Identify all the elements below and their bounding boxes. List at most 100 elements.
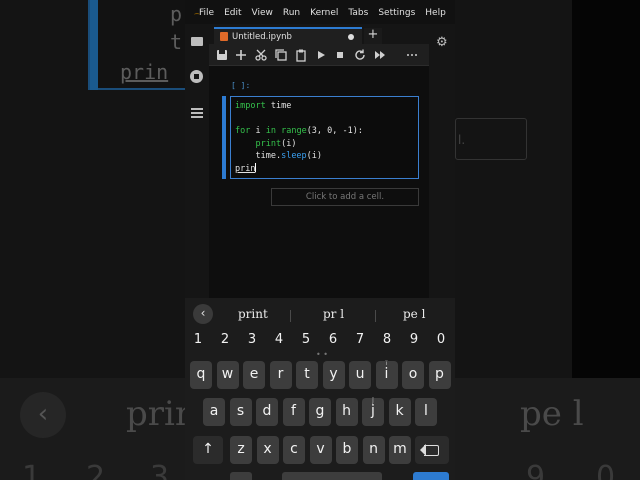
key-j[interactable]: ĵj [362,397,384,426]
notebook-panel: [ ]: import time for i in range(3, 0, -1… [209,66,429,298]
key-x[interactable]: x [256,436,279,464]
running-kernels-icon[interactable] [190,70,204,84]
key-i[interactable]: ïi [375,360,398,389]
key-c-label: c [290,441,298,457]
key-d[interactable]: d [256,398,278,426]
key-w[interactable]: w [216,361,239,389]
key-v[interactable]: v [309,436,332,464]
key-i-hint: ï [385,360,388,367]
new-tab-button[interactable]: + [364,28,382,44]
add-cell-icon[interactable] [234,48,248,62]
paste-icon[interactable] [294,48,308,62]
key-n[interactable]: n [362,436,385,464]
code-print-args: (i) [281,138,297,149]
code-text[interactable]: import time for i in range(3, 0, -1): pr… [235,100,363,176]
key-t[interactable]: t [296,361,318,389]
more-icon[interactable] [405,48,419,62]
key-f[interactable]: f [282,398,305,426]
menu-file[interactable]: File [199,8,214,18]
key-d-label: d [262,403,272,419]
cut-icon[interactable] [254,48,268,62]
space-key[interactable] [282,472,382,480]
backspace-icon[interactable] [415,436,449,464]
add-cell-button[interactable]: Click to add a cell. [271,188,419,206]
key-l[interactable]: l [415,398,437,426]
number-key-0[interactable]: 0 [433,332,449,347]
menu-help[interactable]: Help [425,8,446,18]
key-m[interactable]: m [389,436,411,464]
bg-edge [572,0,640,378]
key-a[interactable]: a [203,398,225,426]
key-f-label: f [291,403,296,419]
key-g[interactable]: g [309,398,331,426]
suggestion-bar: ‹ print pr l pe l [185,300,455,326]
key-k[interactable]: k [388,398,411,426]
table-of-contents-icon[interactable] [190,106,204,120]
drag-handle: • • [316,350,328,359]
enter-key[interactable] [413,472,449,480]
number-key-2[interactable]: 2 [217,332,233,347]
tab-title: Untitled.ipynb [232,31,292,42]
number-key-4[interactable]: 4 [271,332,287,347]
suggestion-3[interactable]: pe l [403,307,425,321]
text-cursor [255,162,257,172]
key-h[interactable]: h [335,398,358,426]
key-r[interactable]: r [269,361,292,389]
bg-code-line-2: t [170,30,183,54]
key-y[interactable]: y [322,361,345,389]
menu-kernel[interactable]: Kernel [310,8,338,18]
run-icon[interactable] [314,48,328,62]
phone-screen: File Edit View Run Kernel Tabs Settings … [185,0,455,480]
menu-run[interactable]: Run [283,8,300,18]
key-u[interactable]: u [349,361,371,389]
tab-notebook[interactable]: Untitled.ipynb [214,27,362,44]
number-key-7[interactable]: 7 [352,332,368,347]
key-s[interactable]: s [229,398,252,426]
restart-icon[interactable] [353,48,367,62]
stop-icon[interactable] [333,48,347,62]
shift-key[interactable]: ↑ [193,436,223,464]
number-key-5[interactable]: 5 [298,332,314,347]
number-key-9[interactable]: 9 [406,332,422,347]
code-cell-editor[interactable]: import time for i in range(3, 0, -1): pr… [230,96,419,179]
bg-add-cell-text: l. [458,133,466,147]
unsaved-dot-icon[interactable] [348,33,354,40]
menu-tabs[interactable]: Tabs [348,8,368,18]
key-i-label: i [384,366,389,382]
key-z[interactable]: z [230,436,252,464]
suggestion-divider [290,310,291,322]
key-v-label: v [316,441,325,457]
key-q[interactable]: q [190,361,212,389]
menu-settings[interactable]: Settings [378,8,415,18]
folder-icon[interactable] [190,35,204,49]
key-b-label: b [342,441,352,457]
bg-num-9: 9 [526,460,546,480]
code-keyword-import: import [235,101,266,111]
menu-edit[interactable]: Edit [224,8,241,18]
suggestion-2[interactable]: pr l [323,307,344,321]
key-c[interactable]: c [283,436,305,464]
bg-num-2: 2 [86,460,106,480]
key-e[interactable]: e [243,361,265,389]
save-icon[interactable] [215,48,229,62]
menu-view[interactable]: View [252,8,273,18]
key-t-label: t [304,366,310,382]
chevron-left-icon[interactable]: ‹ [193,304,213,324]
fast-forward-icon[interactable] [373,48,387,62]
property-inspector-gear-icon[interactable]: ⚙ [436,35,448,50]
key-j-label: j [371,403,375,419]
bg-num-0: 0 [596,460,616,480]
number-key-8[interactable]: 8 [379,332,395,347]
key-p[interactable]: p [428,361,451,389]
number-key-1[interactable]: 1 [190,332,206,347]
key-z-label: z [237,441,245,457]
code-keyword-for: for [235,126,251,137]
key-o[interactable]: o [402,361,424,389]
active-cell-indicator [222,96,226,179]
symbols-key[interactable] [230,472,252,480]
number-key-6[interactable]: 6 [325,332,341,347]
suggestion-1[interactable]: print [238,307,268,321]
copy-icon[interactable] [274,48,288,62]
number-key-3[interactable]: 3 [244,332,260,347]
key-b[interactable]: b [336,436,358,464]
